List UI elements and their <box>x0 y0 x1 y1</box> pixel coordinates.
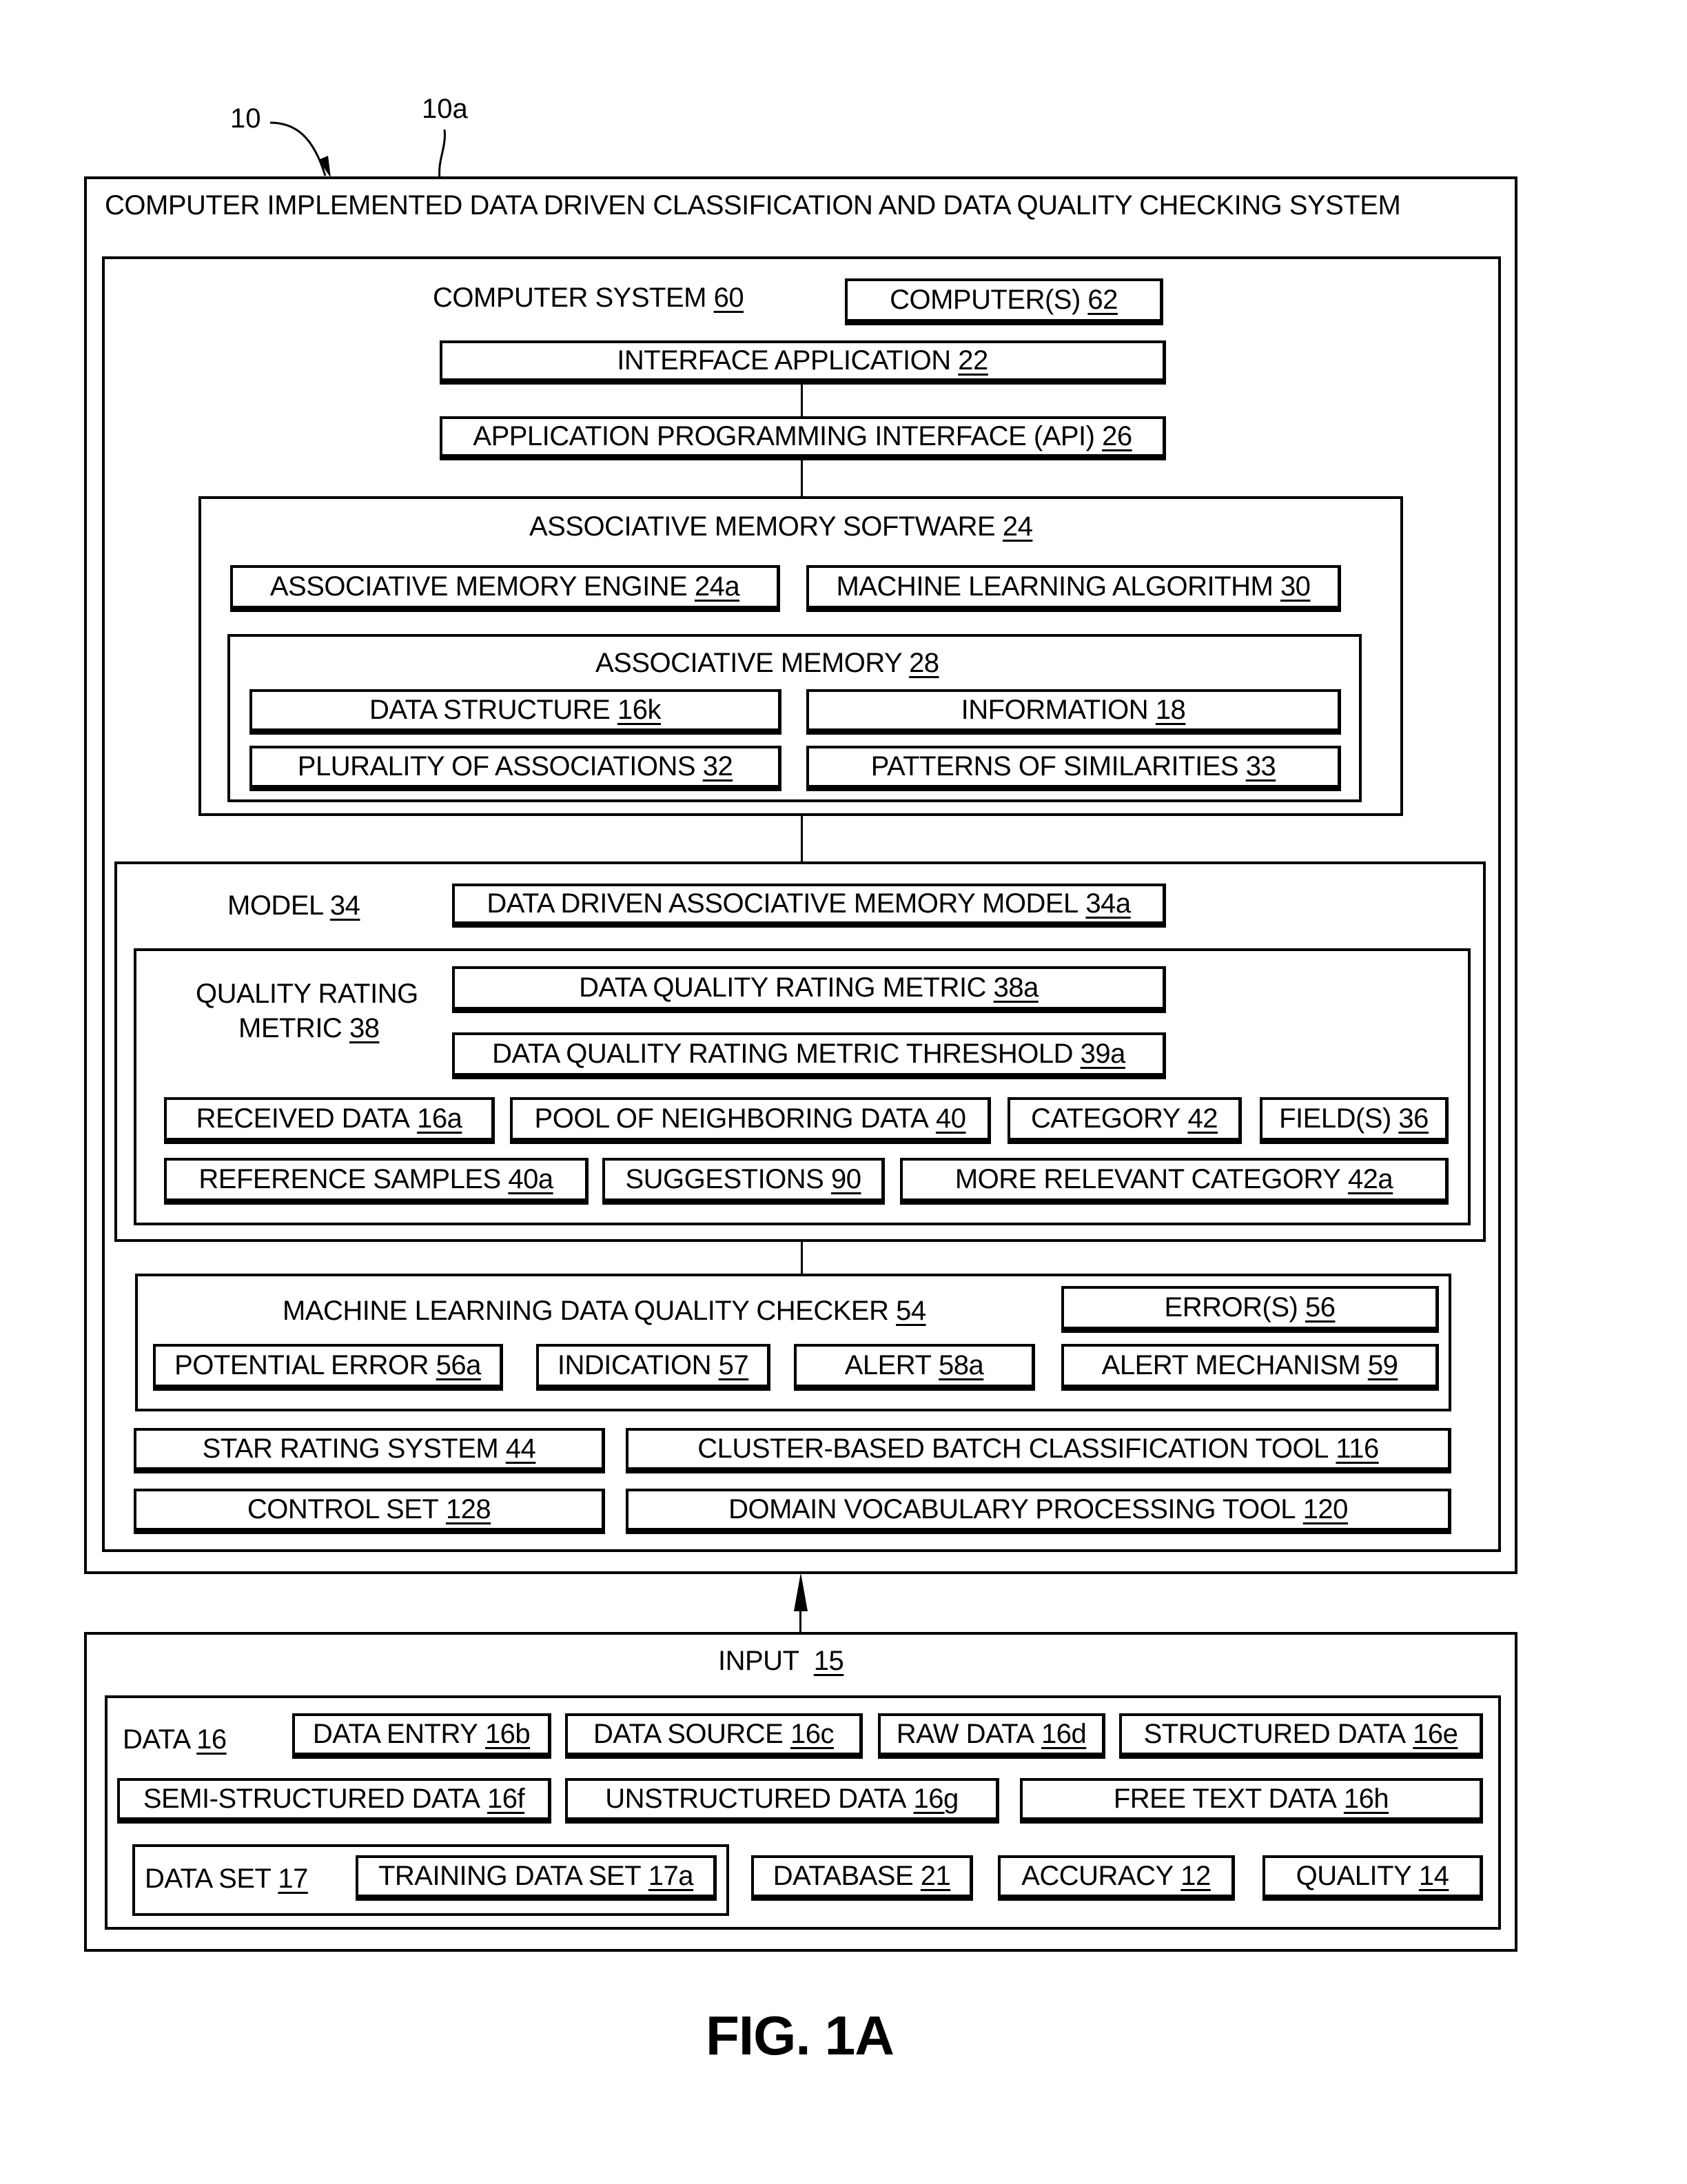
computers-box: COMPUTER(S) 62 <box>845 278 1163 325</box>
database-box: DATABASE 21 <box>751 1855 973 1901</box>
pool-of-neighboring-data-box: POOL OF NEIGHBORING DATA 40 <box>510 1097 991 1144</box>
api-box: APPLICATION PROGRAMMING INTERFACE (API) … <box>440 416 1166 460</box>
associative-memory-software-label: ASSOCIATIVE MEMORY SOFTWARE 24 <box>529 511 1033 542</box>
reference-samples-box: REFERENCE SAMPLES 40a <box>164 1158 589 1205</box>
quality-rating-metric-label-line1: QUALITY RATING <box>196 979 418 1009</box>
alert-mechanism-box: ALERT MECHANISM 59 <box>1061 1344 1439 1391</box>
computer-system-label: COMPUTER SYSTEM 60 <box>433 283 744 313</box>
data-entry-box: DATA ENTRY 16b <box>292 1713 551 1759</box>
potential-error-box: POTENTIAL ERROR 56a <box>153 1344 503 1391</box>
system-title: COMPUTER IMPLEMENTED DATA DRIVEN CLASSIF… <box>105 190 1401 221</box>
dd-model-box: DATA DRIVEN ASSOCIATIVE MEMORY MODEL 34a <box>452 884 1166 928</box>
data-structure-box: DATA STRUCTURE 16k <box>249 689 781 735</box>
indication-box: INDICATION 57 <box>536 1344 770 1391</box>
quality-box: QUALITY 14 <box>1262 1855 1483 1901</box>
semi-structured-data-box: SEMI-STRUCTURED DATA 16f <box>117 1778 551 1824</box>
interface-application-box: INTERFACE APPLICATION 22 <box>440 340 1166 385</box>
data-source-box: DATA SOURCE 16c <box>565 1713 863 1759</box>
control-set-box: CONTROL SET 128 <box>134 1489 605 1534</box>
connector-line <box>801 1242 803 1274</box>
information-box: INFORMATION 18 <box>806 689 1341 735</box>
star-rating-system-box: STAR RATING SYSTEM 44 <box>134 1428 605 1473</box>
plurality-of-associations-box: PLURALITY OF ASSOCIATIONS 32 <box>249 746 781 791</box>
quality-rating-metric-label-line2: METRIC 38 <box>238 1013 380 1043</box>
raw-data-box: RAW DATA 16d <box>878 1713 1105 1759</box>
callout-arrow-10 <box>269 121 327 176</box>
training-data-set-box: TRAINING DATA SET 17a <box>356 1855 717 1901</box>
received-data-box: RECEIVED DATA 16a <box>164 1097 495 1144</box>
domain-vocabulary-processing-tool-box: DOMAIN VOCABULARY PROCESSING TOOL 120 <box>626 1489 1451 1534</box>
ml-algorithm-box: MACHINE LEARNING ALGORITHM 30 <box>806 565 1341 612</box>
callout-squiggle-10a <box>438 129 446 180</box>
connector-line <box>801 816 803 863</box>
dq-rating-metric-box: DATA QUALITY RATING METRIC 38a <box>452 966 1166 1013</box>
callout-leader-lines <box>269 121 446 180</box>
unstructured-data-box: UNSTRUCTURED DATA 16g <box>565 1778 999 1824</box>
accuracy-box: ACCURACY 12 <box>998 1855 1235 1901</box>
cluster-based-batch-classification-tool-box: CLUSTER-BASED BATCH CLASSIFICATION TOOL … <box>626 1428 1451 1473</box>
up-arrow-icon <box>794 1573 808 1611</box>
associative-memory-label: ASSOCIATIVE MEMORY 28 <box>595 648 939 678</box>
free-text-data-box: FREE TEXT DATA 16h <box>1020 1778 1483 1824</box>
input-label: INPUT 15 <box>718 1646 844 1676</box>
patterns-of-similarities-box: PATTERNS OF SIMILARITIES 33 <box>806 746 1341 791</box>
callout-10: 10 <box>230 103 261 134</box>
figure-label: FIG. 1A <box>706 2005 894 2066</box>
associative-memory-engine-box: ASSOCIATIVE MEMORY ENGINE 24a <box>230 565 780 612</box>
data-label: DATA 16 <box>123 1724 227 1755</box>
fields-box: FIELD(S) 36 <box>1260 1097 1449 1144</box>
checker-label: MACHINE LEARNING DATA QUALITY CHECKER 54 <box>283 1296 926 1326</box>
structured-data-box: STRUCTURED DATA 16e <box>1119 1713 1483 1759</box>
errors-box: ERROR(S) 56 <box>1061 1286 1439 1333</box>
category-box: CATEGORY 42 <box>1008 1097 1242 1144</box>
alert-box: ALERT 58a <box>794 1344 1035 1391</box>
suggestions-box: SUGGESTIONS 90 <box>602 1158 885 1205</box>
connector-line <box>801 385 803 416</box>
model-label: MODEL 34 <box>227 890 360 921</box>
more-relevant-category-box: MORE RELEVANT CATEGORY 42a <box>900 1158 1449 1205</box>
dq-rating-threshold-box: DATA QUALITY RATING METRIC THRESHOLD 39a <box>452 1032 1166 1079</box>
data-set-label: DATA SET 17 <box>145 1864 308 1894</box>
connector-line <box>801 460 803 496</box>
